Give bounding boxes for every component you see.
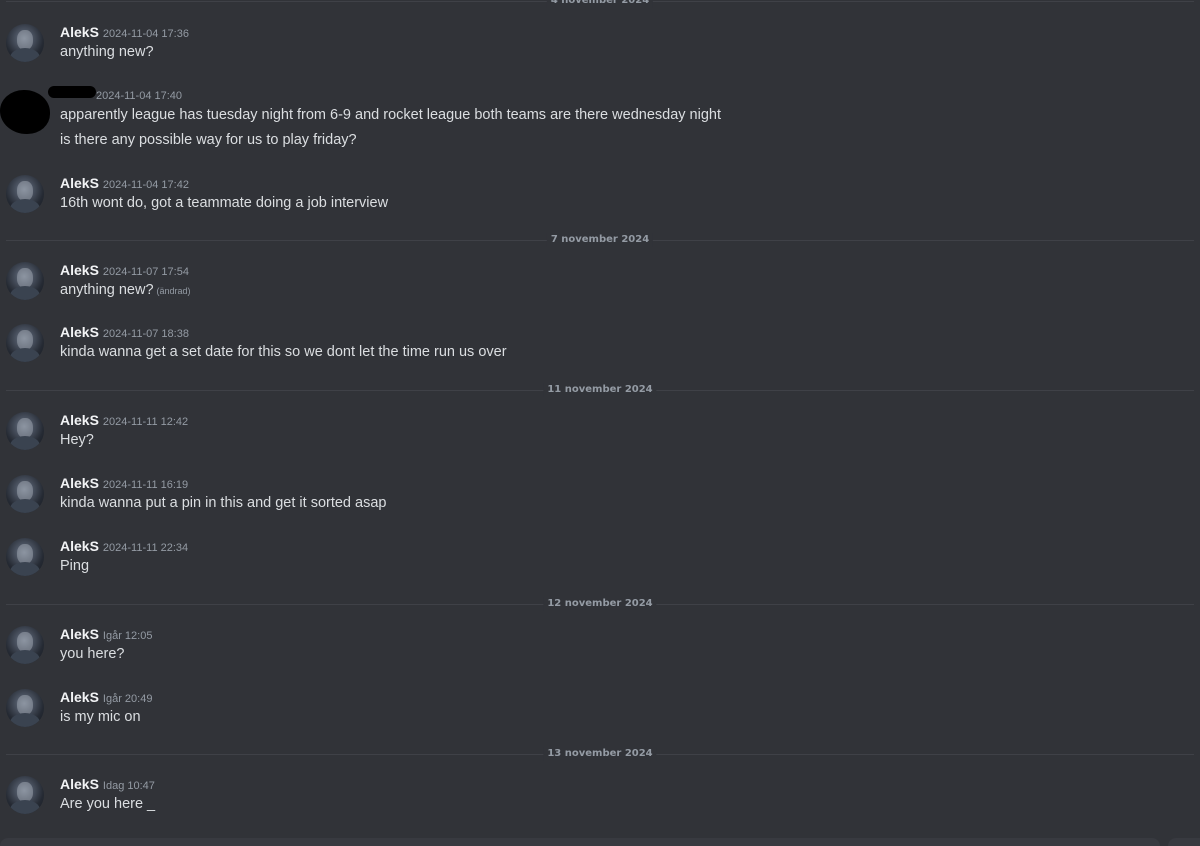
timestamp: 2024-11-04 17:36 [102, 28, 189, 40]
timestamp: 2024-11-07 18:38 [102, 328, 189, 340]
message-header: AlekS Idag 10:47 [60, 776, 155, 794]
timestamp: 2024-11-04 17:42 [102, 179, 189, 191]
date-divider: 4 november 2024 [6, 0, 1194, 8]
user-avatar[interactable] [6, 689, 44, 727]
message-text: Hey? [60, 432, 94, 448]
username[interactable]: AlekS [60, 24, 99, 40]
message-input[interactable] [0, 838, 1160, 846]
message-header: 2024-11-04 17:40 [96, 86, 182, 104]
date-divider: 11 november 2024 [6, 383, 1194, 397]
date-divider-label: 11 november 2024 [543, 383, 657, 397]
username[interactable]: AlekS [60, 689, 99, 705]
composer-side-panel [1168, 838, 1200, 846]
message-header: AlekS 2024-11-11 12:42 [60, 412, 188, 430]
message-header: AlekS 2024-11-11 16:19 [60, 475, 188, 493]
user-avatar[interactable] [6, 538, 44, 576]
timestamp: 2024-11-11 12:42 [102, 416, 189, 428]
message-text: Are you here _ [60, 796, 156, 812]
date-divider: 13 november 2024 [6, 747, 1194, 761]
message-text: apparently league has tuesday night from… [60, 107, 721, 123]
timestamp: 2024-11-04 17:40 [96, 90, 183, 102]
date-divider: 7 november 2024 [6, 233, 1194, 247]
message-text: anything new? (ändrad) [60, 280, 191, 301]
date-divider-label: 13 november 2024 [543, 747, 657, 761]
username[interactable]: AlekS [60, 626, 99, 642]
message-text: 16th wont do, got a teammate doing a job… [60, 195, 389, 211]
redacted-username [48, 86, 96, 98]
user-avatar[interactable] [6, 262, 44, 300]
message-text: is my mic on [60, 709, 141, 725]
message-header: AlekS 2024-11-04 17:36 [60, 24, 189, 42]
message-text: you here? [60, 646, 125, 662]
redacted-avatar [0, 90, 50, 134]
username[interactable]: AlekS [60, 538, 99, 554]
message-text: Ping [60, 558, 90, 574]
message-text-content: anything new? [60, 282, 154, 298]
timestamp: Idag 10:47 [102, 780, 155, 792]
edited-label: (ändrad) [156, 286, 191, 296]
timestamp: 2024-11-07 17:54 [102, 266, 189, 278]
message-text: anything new? [60, 44, 154, 60]
message-header: AlekS Igår 20:49 [60, 689, 152, 707]
user-avatar[interactable] [6, 626, 44, 664]
timestamp: Igår 20:49 [102, 693, 153, 705]
user-avatar[interactable] [6, 776, 44, 814]
message-header: AlekS 2024-11-07 17:54 [60, 262, 189, 280]
date-divider-label: 4 november 2024 [546, 0, 654, 8]
message-text: kinda wanna get a set date for this so w… [60, 344, 507, 360]
message-header: AlekS 2024-11-04 17:42 [60, 175, 189, 193]
date-divider-label: 7 november 2024 [546, 233, 654, 247]
chat-message-list: 4 november 2024 AlekS 2024-11-04 17:36 an… [0, 0, 1200, 846]
username[interactable]: AlekS [60, 776, 99, 792]
message-text: is there any possible way for us to play… [60, 132, 357, 148]
message-header: AlekS Igår 12:05 [60, 626, 152, 644]
message-text: kinda wanna put a pin in this and get it… [60, 495, 387, 511]
user-avatar[interactable] [6, 412, 44, 450]
date-divider-label: 12 november 2024 [543, 597, 657, 611]
username[interactable]: AlekS [60, 475, 99, 491]
timestamp: Igår 12:05 [102, 630, 153, 642]
username[interactable]: AlekS [60, 324, 99, 340]
username[interactable]: AlekS [60, 262, 99, 278]
message-header: AlekS 2024-11-07 18:38 [60, 324, 189, 342]
user-avatar[interactable] [6, 24, 44, 62]
timestamp: 2024-11-11 16:19 [102, 479, 189, 491]
date-divider: 12 november 2024 [6, 597, 1194, 611]
message-header: AlekS 2024-11-11 22:34 [60, 538, 188, 556]
username[interactable]: AlekS [60, 175, 99, 191]
username[interactable]: AlekS [60, 412, 99, 428]
timestamp: 2024-11-11 22:34 [102, 542, 189, 554]
user-avatar[interactable] [6, 175, 44, 213]
user-avatar[interactable] [6, 475, 44, 513]
user-avatar[interactable] [6, 324, 44, 362]
